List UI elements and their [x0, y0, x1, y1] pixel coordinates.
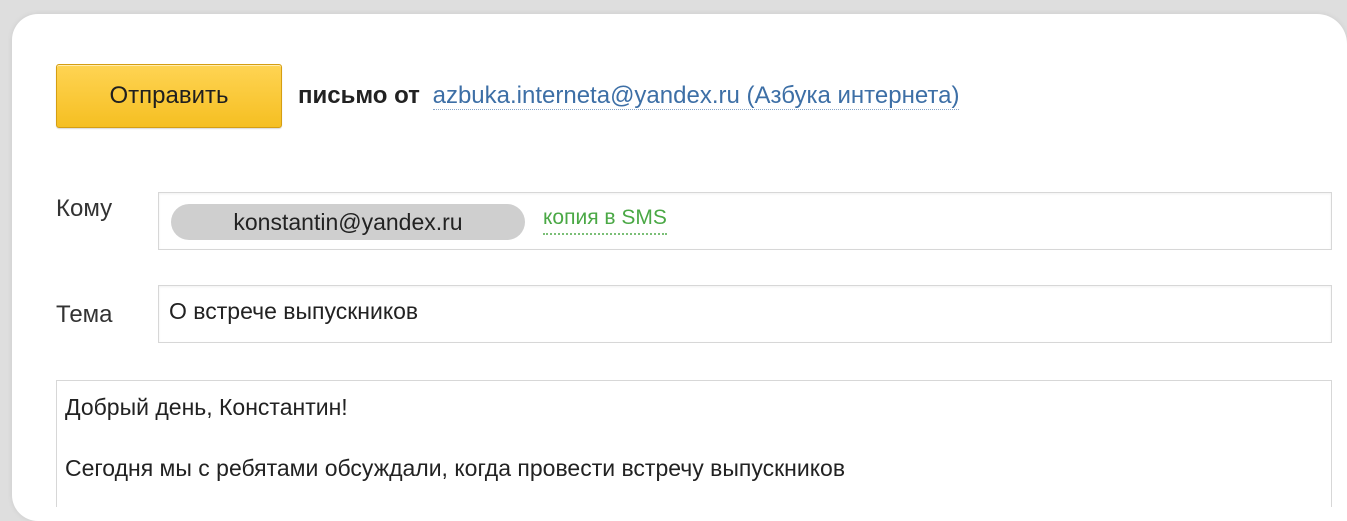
- body-line-text: Сегодня мы с ребятами обсуждали, когда п…: [65, 455, 846, 481]
- sms-copy-link[interactable]: копия в SMS: [543, 206, 667, 235]
- from-prefix: письмо от: [298, 82, 420, 109]
- subject-input[interactable]: [169, 298, 1319, 325]
- to-label: Кому: [56, 195, 113, 222]
- message-body[interactable]: Добрый день, Константин! Сегодня мы с ре…: [56, 380, 1332, 507]
- subject-field[interactable]: [158, 285, 1332, 343]
- from-address-link[interactable]: azbuka.interneta@yandex.ru (Азбука интер…: [432, 82, 960, 110]
- subject-label: Тема: [56, 301, 113, 328]
- send-button[interactable]: Отправить: [56, 64, 282, 128]
- to-field[interactable]: konstantin@yandex.ru копия в SMS: [158, 192, 1332, 250]
- from-line: письмо от azbuka.interneta@yandex.ru (Аз…: [298, 82, 960, 110]
- recipient-chip[interactable]: konstantin@yandex.ru: [171, 204, 525, 240]
- compose-card: Отправить письмо от azbuka.interneta@yan…: [12, 14, 1347, 521]
- compose-form: Отправить письмо от azbuka.interneta@yan…: [56, 44, 1332, 507]
- body-line-greeting: Добрый день, Константин!: [65, 394, 348, 420]
- send-row: Отправить письмо от azbuka.interneta@yan…: [56, 60, 960, 132]
